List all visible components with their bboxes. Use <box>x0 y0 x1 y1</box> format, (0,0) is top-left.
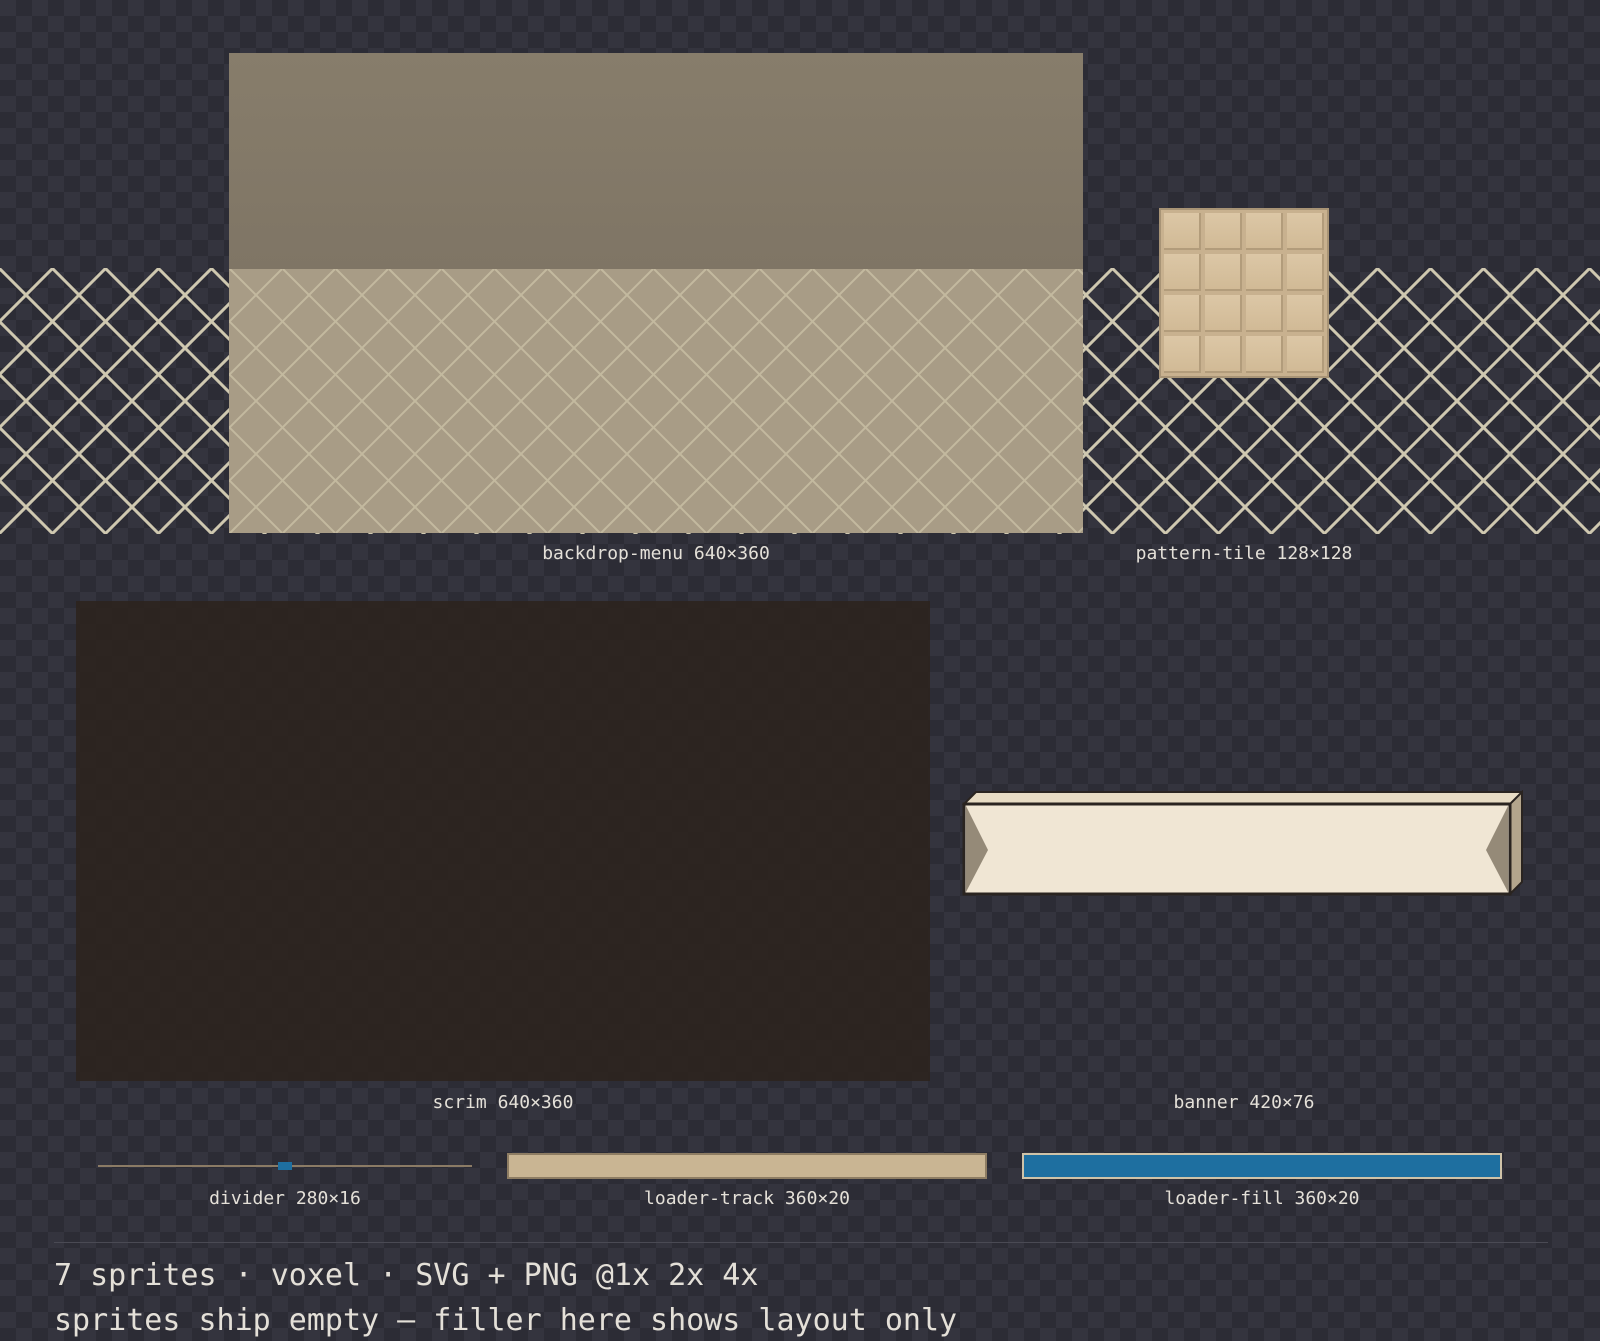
tile-cell <box>1205 336 1242 373</box>
banner-caption: banner 420×76 <box>1173 1092 1315 1113</box>
tile-cell <box>1205 213 1242 250</box>
scrim-caption: scrim 640×360 <box>432 1092 574 1113</box>
divider-center-mark <box>278 1162 292 1170</box>
tile-cell <box>1164 254 1201 291</box>
divider-caption: divider 280×16 <box>209 1188 361 1209</box>
banner-face <box>962 802 1512 896</box>
tile-cell <box>1287 213 1324 250</box>
backdrop-menu-caption: backdrop-menu 640×360 <box>542 543 770 564</box>
tile-cell <box>1246 295 1283 332</box>
banner-sprite[interactable] <box>962 790 1526 896</box>
tile-cell <box>1164 295 1201 332</box>
loader-track-sprite[interactable] <box>507 1153 987 1179</box>
tile-cell <box>1164 336 1201 373</box>
backdrop-menu-top-panel <box>229 53 1083 269</box>
banner-top-bevel <box>962 791 1523 805</box>
tile-cell <box>1205 254 1242 291</box>
tile-cell <box>1287 336 1324 373</box>
pattern-tile-caption: pattern-tile 128×128 <box>1135 543 1353 564</box>
loader-fill-sprite[interactable] <box>1022 1153 1502 1179</box>
pattern-tile-sprite[interactable] <box>1159 208 1329 378</box>
tile-cell <box>1287 254 1324 291</box>
loader-track-caption: loader-track 360×20 <box>644 1188 850 1209</box>
tile-cell <box>1246 336 1283 373</box>
banner-side-bevel <box>1509 790 1523 896</box>
tile-cell <box>1205 295 1242 332</box>
tile-cell <box>1164 213 1201 250</box>
tile-cell <box>1287 295 1324 332</box>
scrim-sprite[interactable] <box>76 601 930 1081</box>
loader-fill-caption: loader-fill 360×20 <box>1164 1188 1360 1209</box>
backdrop-menu-sprite[interactable] <box>229 53 1083 533</box>
footer-note: sprites ship empty — filler here shows l… <box>54 1303 958 1338</box>
tile-cell <box>1246 213 1283 250</box>
backdrop-lattice-pattern <box>229 269 1083 533</box>
tile-cell <box>1246 254 1283 291</box>
divider-sprite[interactable] <box>98 1156 472 1176</box>
footer-summary: 7 sprites · voxel · SVG + PNG @1x 2x 4x <box>54 1258 759 1293</box>
footer-divider <box>54 1242 1548 1243</box>
